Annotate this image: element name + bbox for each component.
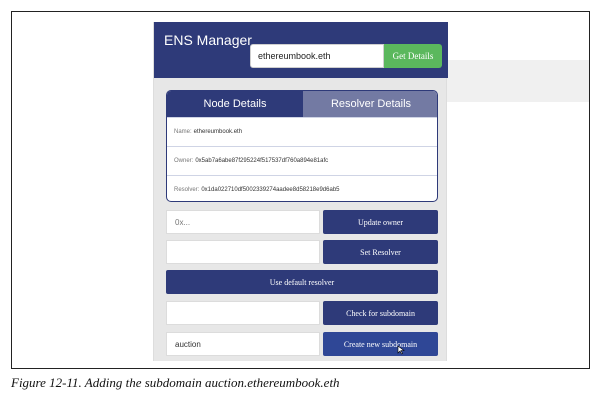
set-resolver-row: Set Resolver xyxy=(166,240,438,264)
figure-caption: Figure 12-11. Adding the subdomain aucti… xyxy=(11,375,340,390)
tab-node-details-label: Node Details xyxy=(203,98,267,110)
domain-search-input[interactable] xyxy=(250,44,384,68)
details-tabs: Node Details Resolver Details xyxy=(167,91,437,117)
set-resolver-button[interactable]: Set Resolver xyxy=(323,240,438,264)
check-subdomain-row: Check for subdomain xyxy=(166,301,438,325)
resolver-row: Resolver: 0x1da022710df5002339274aadee8d… xyxy=(167,175,437,201)
update-owner-button[interactable]: Update owner xyxy=(323,210,438,234)
name-label: Name: xyxy=(174,129,192,135)
create-subdomain-button[interactable]: Create new subdomain xyxy=(323,332,438,356)
app-title: ENS Manager xyxy=(164,32,252,48)
get-details-button[interactable]: Get Details xyxy=(384,44,442,68)
resolver-label: Resolver: xyxy=(174,187,200,193)
tab-node-details[interactable]: Node Details xyxy=(167,91,303,117)
use-default-resolver-button[interactable]: Use default resolver xyxy=(166,270,438,294)
subdomain-input[interactable] xyxy=(166,332,320,356)
update-owner-row: Update owner xyxy=(166,210,438,234)
name-value: ethereumbook.eth xyxy=(193,129,243,135)
resolver-value: 0x1da022710df5002339274aadee8d58218e9d6a… xyxy=(201,187,340,193)
name-row: Name: ethereumbook.eth xyxy=(167,117,437,146)
owner-row: Owner: 0x5ab7a6abe87f295224f517537df760a… xyxy=(167,146,437,175)
tab-resolver-details[interactable]: Resolver Details xyxy=(303,91,437,117)
app-header: ENS Manager Get Details xyxy=(154,22,448,78)
ens-manager-app: ENS Manager Get Details Node Details Res… xyxy=(153,22,448,361)
new-owner-input[interactable] xyxy=(166,210,320,234)
mouse-pointer-icon xyxy=(397,345,405,355)
check-subdomain-button[interactable]: Check for subdomain xyxy=(323,301,438,325)
check-subdomain-input[interactable] xyxy=(166,301,320,325)
resolver-input[interactable] xyxy=(166,240,320,264)
figure-frame: ENS Manager Get Details Node Details Res… xyxy=(11,11,590,369)
details-card: Node Details Resolver Details Name: ethe… xyxy=(166,90,438,202)
background-band xyxy=(447,60,589,102)
owner-label: Owner: xyxy=(174,158,194,164)
owner-value: 0x5ab7a6abe87f295224f517537df760a894e81a… xyxy=(195,158,329,164)
tab-resolver-details-label: Resolver Details xyxy=(330,98,412,110)
